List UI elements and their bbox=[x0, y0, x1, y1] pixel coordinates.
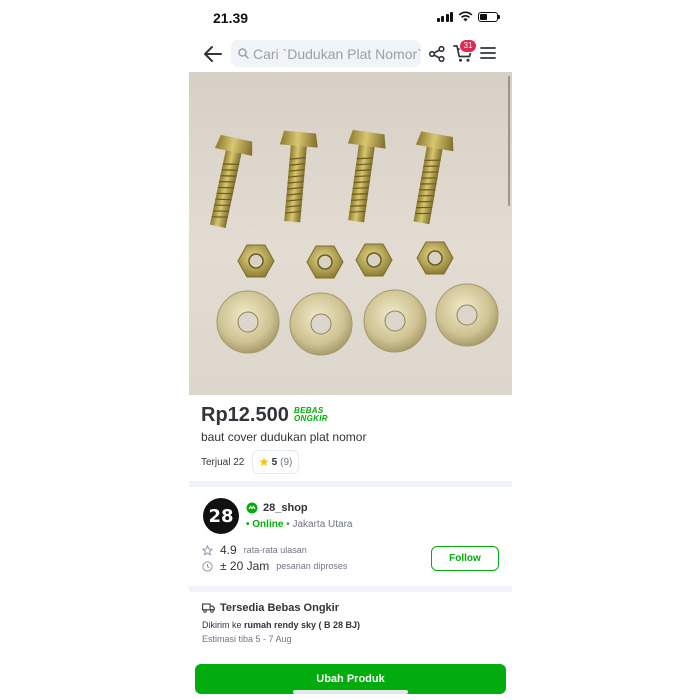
bolt-3 bbox=[347, 129, 386, 223]
search-icon bbox=[238, 48, 249, 59]
follow-button[interactable]: Follow bbox=[431, 546, 499, 571]
shipping-header: Tersedia Bebas Ongkir bbox=[202, 602, 339, 614]
page-scrollbar[interactable] bbox=[508, 76, 510, 206]
shipping-destination[interactable]: Dikirim ke rumah rendy sky ( B 28 BJ) bbox=[202, 620, 360, 630]
menu-icon[interactable] bbox=[480, 46, 496, 60]
washer-3 bbox=[363, 289, 427, 353]
cellular-signal-icon bbox=[436, 11, 453, 22]
search-bar[interactable] bbox=[231, 40, 421, 67]
battery-icon bbox=[478, 11, 500, 22]
cart-count-badge: 31 bbox=[459, 39, 477, 53]
nut-2 bbox=[306, 245, 344, 279]
washer-1 bbox=[216, 290, 280, 354]
shop-rating-value: 4.9 bbox=[220, 543, 237, 557]
search-input[interactable] bbox=[253, 45, 421, 62]
phone-screen: 21.39 Cari `Dudukan Plat Nomor` d 31 Rp1… bbox=[189, 0, 512, 700]
shipping-estimate: Estimasi tiba 5 - 7 Aug bbox=[202, 634, 292, 644]
top-navigation: 31 bbox=[189, 36, 512, 72]
free-shipping-badge-line2: ONGKIR bbox=[294, 414, 328, 423]
shop-avatar-text: 28 bbox=[208, 505, 234, 527]
sold-count: Terjual 22 bbox=[201, 457, 245, 468]
power-merchant-icon bbox=[246, 502, 258, 514]
share-icon[interactable] bbox=[428, 45, 446, 63]
washer-4 bbox=[435, 283, 499, 347]
bolt-2 bbox=[279, 130, 318, 223]
shop-process-stat: ± 20 Jam pesanan diproses bbox=[202, 559, 347, 573]
process-time-label: pesanan diproses bbox=[276, 561, 348, 571]
home-indicator[interactable] bbox=[293, 690, 408, 694]
section-divider bbox=[189, 481, 512, 487]
wifi-icon bbox=[458, 11, 473, 22]
shop-rating-label: rata-rata ulasan bbox=[243, 545, 307, 555]
product-photo-bolts-nuts-washers bbox=[209, 129, 499, 356]
product-name: baut cover dudukan plat nomor bbox=[201, 430, 367, 444]
rating-value: 5 bbox=[271, 456, 278, 468]
shop-status: • Online • Jakarta Utara bbox=[246, 519, 353, 530]
nut-3 bbox=[355, 243, 393, 277]
online-status: • Online bbox=[246, 519, 284, 530]
free-shipping-badge: BEBAS ONGKIR bbox=[294, 407, 328, 423]
status-time: 21.39 bbox=[213, 10, 249, 26]
star-icon bbox=[259, 457, 269, 466]
nut-1 bbox=[237, 244, 275, 278]
shop-rating-stat: 4.9 rata-rata ulasan bbox=[202, 543, 307, 557]
shipping-address: rumah rendy sky ( B 28 BJ) bbox=[244, 620, 361, 630]
shipping-destination-prefix: Dikirim ke bbox=[202, 620, 242, 630]
star-outline-icon bbox=[202, 544, 213, 556]
back-arrow-icon[interactable] bbox=[201, 43, 225, 65]
section-divider bbox=[189, 586, 512, 592]
washer-2 bbox=[289, 292, 353, 356]
shop-name-row[interactable]: 28_shop bbox=[246, 502, 308, 514]
status-bar: 21.39 bbox=[189, 0, 512, 36]
bolt-4 bbox=[413, 131, 454, 225]
product-image[interactable] bbox=[189, 72, 512, 395]
bolt-1 bbox=[209, 134, 253, 228]
shop-avatar[interactable]: 28 bbox=[203, 498, 239, 534]
product-price: Rp12.500 bbox=[201, 404, 289, 426]
shop-location: • Jakarta Utara bbox=[286, 519, 353, 530]
shop-name: 28_shop bbox=[263, 502, 308, 514]
nut-4 bbox=[416, 241, 454, 275]
rating-count: (9) bbox=[280, 456, 293, 468]
shipping-title: Tersedia Bebas Ongkir bbox=[220, 602, 340, 614]
rating-summary[interactable]: 5 (9) bbox=[252, 450, 299, 474]
clock-icon bbox=[202, 560, 213, 572]
truck-icon bbox=[202, 603, 215, 613]
process-time-value: ± 20 Jam bbox=[220, 559, 270, 573]
status-icons bbox=[436, 11, 500, 22]
